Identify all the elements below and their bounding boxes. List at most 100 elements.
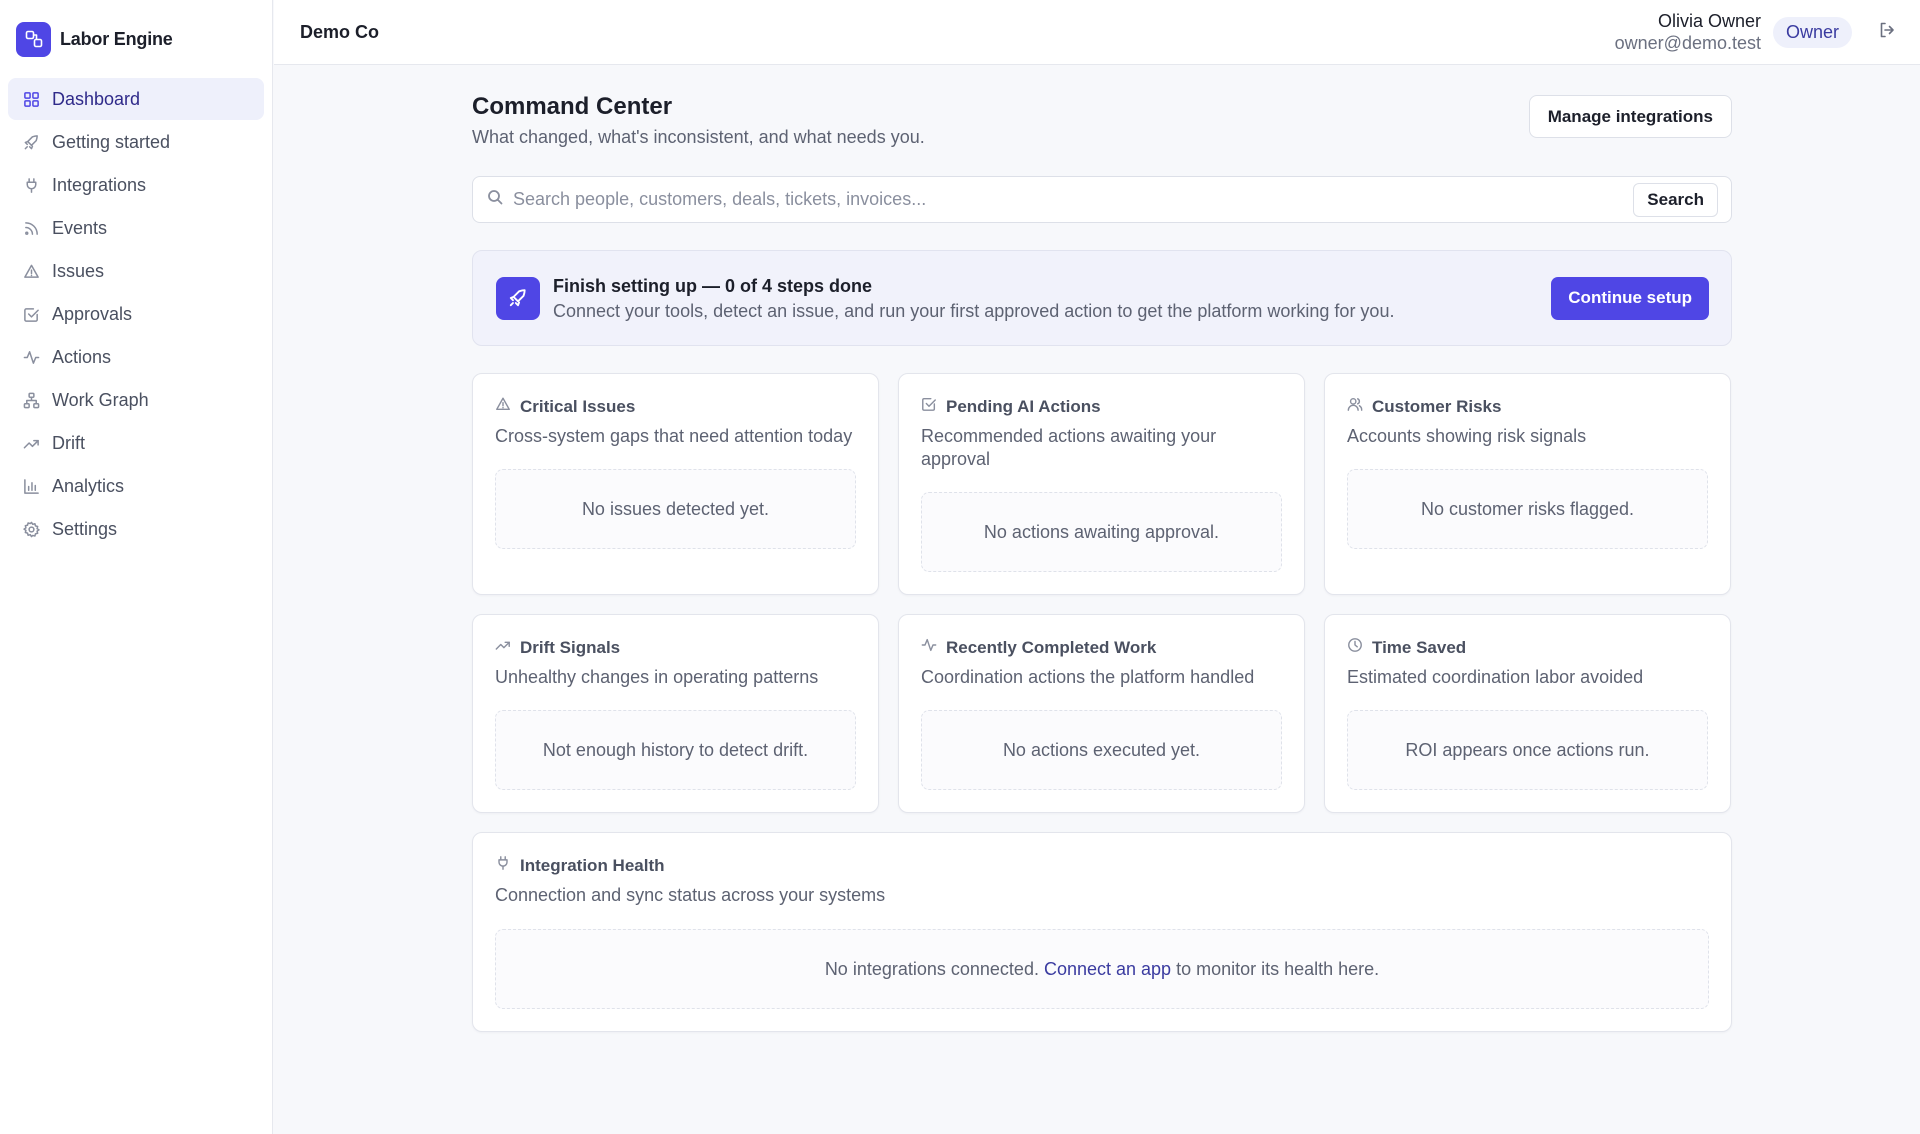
card-title: Recently Completed Work [946, 637, 1157, 657]
empty-state: No actions awaiting approval. [921, 492, 1282, 572]
role-badge: Owner [1772, 16, 1852, 48]
card-title: Time Saved [1372, 637, 1467, 657]
sidebar-item-label: Actions [52, 346, 112, 367]
sidebar-item-actions[interactable]: Actions [8, 336, 264, 378]
sidebar: Labor Engine Dashboard Getting started I… [0, 0, 273, 1134]
empty-state: ROI appears once actions run. [1347, 710, 1708, 790]
card-description: Unhealthy changes in operating patterns [495, 667, 819, 687]
sidebar-nav: Dashboard Getting started Integrations E… [0, 78, 272, 550]
sidebar-item-label: Settings [52, 518, 118, 539]
drift-signals-card: Drift Signals Unhealthy changes in opera… [472, 614, 879, 813]
rss-icon [22, 219, 40, 237]
grid-icon [22, 90, 40, 108]
users-icon [1347, 396, 1372, 417]
sidebar-item-integrations[interactable]: Integrations [8, 164, 264, 206]
sidebar-item-label: Approvals [52, 303, 133, 324]
search-icon [487, 189, 503, 210]
sidebar-item-events[interactable]: Events [8, 207, 264, 249]
user-name: Olivia Owner [1657, 11, 1761, 31]
connect-app-link[interactable]: Connect an app [1044, 959, 1171, 980]
search-button[interactable]: Search [1633, 182, 1718, 217]
graph-icon [22, 391, 40, 409]
time-saved-card: Time Saved Estimated coordination labor … [1324, 614, 1731, 813]
checkbox-icon [22, 305, 40, 323]
user-area: Olivia Owner owner@demo.test Owner [1615, 10, 1896, 54]
card-description: Connection and sync status across your s… [495, 885, 886, 905]
sidebar-item-label: Work Graph [52, 389, 149, 410]
bar-chart-icon [22, 477, 40, 495]
empty-text: to monitor its health here. [1176, 958, 1380, 979]
sidebar-item-settings[interactable]: Settings [8, 508, 264, 550]
trend-icon [495, 637, 520, 658]
summary-cards-row-1: Critical Issues Cross-system gaps that n… [472, 373, 1732, 595]
main-content: Command Center What changed, what's inco… [472, 65, 1732, 1032]
sidebar-item-getting-started[interactable]: Getting started [8, 121, 264, 163]
plug-icon [22, 176, 40, 194]
topbar: Demo Co Olivia Owner owner@demo.test Own… [274, 0, 1920, 65]
continue-setup-button[interactable]: Continue setup [1551, 276, 1709, 320]
sidebar-item-issues[interactable]: Issues [8, 250, 264, 292]
activity-icon [22, 348, 40, 366]
rocket-icon [496, 276, 540, 320]
empty-state: Not enough history to detect drift. [495, 710, 856, 790]
card-description: Estimated coordination labor avoided [1347, 667, 1644, 687]
integration-health-card: Integration Health Connection and sync s… [472, 832, 1732, 1032]
card-description: Coordination actions the platform handle… [921, 667, 1255, 687]
sidebar-item-dashboard[interactable]: Dashboard [8, 78, 264, 120]
sidebar-item-label: Analytics [52, 475, 125, 496]
logout-icon[interactable] [1878, 21, 1896, 44]
empty-state: No actions executed yet. [921, 710, 1282, 790]
sidebar-item-work-graph[interactable]: Work Graph [8, 379, 264, 421]
trend-icon [22, 434, 40, 452]
plug-icon [495, 855, 520, 876]
page-title: Command Center [472, 93, 673, 120]
pending-ai-actions-card: Pending AI Actions Recommended actions a… [898, 373, 1305, 595]
checkbox-icon [921, 396, 946, 417]
sidebar-item-label: Getting started [52, 131, 171, 152]
sidebar-item-approvals[interactable]: Approvals [8, 293, 264, 335]
page-subtitle: What changed, what's inconsistent, and w… [472, 127, 925, 147]
customer-risks-card: Customer Risks Accounts showing risk sig… [1324, 373, 1731, 595]
nodes-icon [16, 21, 51, 57]
sidebar-item-label: Drift [52, 432, 85, 453]
card-title: Customer Risks [1372, 396, 1502, 416]
activity-icon [921, 637, 946, 658]
brand-name: Labor Engine [60, 28, 173, 49]
brand[interactable]: Labor Engine [0, 0, 272, 78]
card-title: Drift Signals [520, 637, 621, 657]
sidebar-item-label: Dashboard [52, 88, 141, 109]
empty-state: No integrations connected. Connect an ap… [495, 929, 1709, 1009]
sidebar-item-drift[interactable]: Drift [8, 422, 264, 464]
card-description: Accounts showing risk signals [1347, 426, 1587, 446]
critical-issues-card: Critical Issues Cross-system gaps that n… [472, 373, 879, 595]
card-description: Recommended actions awaiting your approv… [921, 426, 1217, 469]
search-bar: Search [472, 176, 1732, 223]
recently-completed-work-card: Recently Completed Work Coordination act… [898, 614, 1305, 813]
setup-description: Connect your tools, detect an issue, and… [553, 300, 1395, 321]
gear-icon [22, 520, 40, 538]
manage-integrations-button[interactable]: Manage integrations [1528, 95, 1732, 138]
empty-state: No customer risks flagged. [1347, 469, 1708, 549]
sidebar-item-analytics[interactable]: Analytics [8, 465, 264, 507]
page-header: Command Center What changed, what's inco… [472, 92, 1732, 148]
setup-banner: Finish setting up — 0 of 4 steps done Co… [472, 250, 1732, 346]
sidebar-item-label: Issues [52, 260, 105, 281]
card-title: Critical Issues [520, 396, 636, 416]
user-email: owner@demo.test [1614, 33, 1761, 53]
card-title: Pending AI Actions [946, 396, 1101, 416]
rocket-icon [22, 133, 40, 151]
warning-icon [22, 262, 40, 280]
sidebar-item-label: Integrations [52, 174, 147, 195]
org-name[interactable]: Demo Co [300, 22, 379, 43]
setup-title: Finish setting up — 0 of 4 steps done [553, 275, 873, 296]
search-input[interactable] [513, 189, 1634, 210]
card-title: Integration Health [520, 855, 665, 875]
warning-icon [495, 396, 520, 417]
empty-state: No issues detected yet. [495, 469, 856, 549]
card-description: Cross-system gaps that need attention to… [495, 426, 853, 446]
sidebar-item-label: Events [52, 217, 108, 238]
empty-text: No integrations connected. [824, 958, 1039, 979]
summary-cards-row-2: Drift Signals Unhealthy changes in opera… [472, 614, 1732, 813]
clock-icon [1347, 637, 1372, 658]
user-info: Olivia Owner owner@demo.test [1615, 10, 1761, 54]
